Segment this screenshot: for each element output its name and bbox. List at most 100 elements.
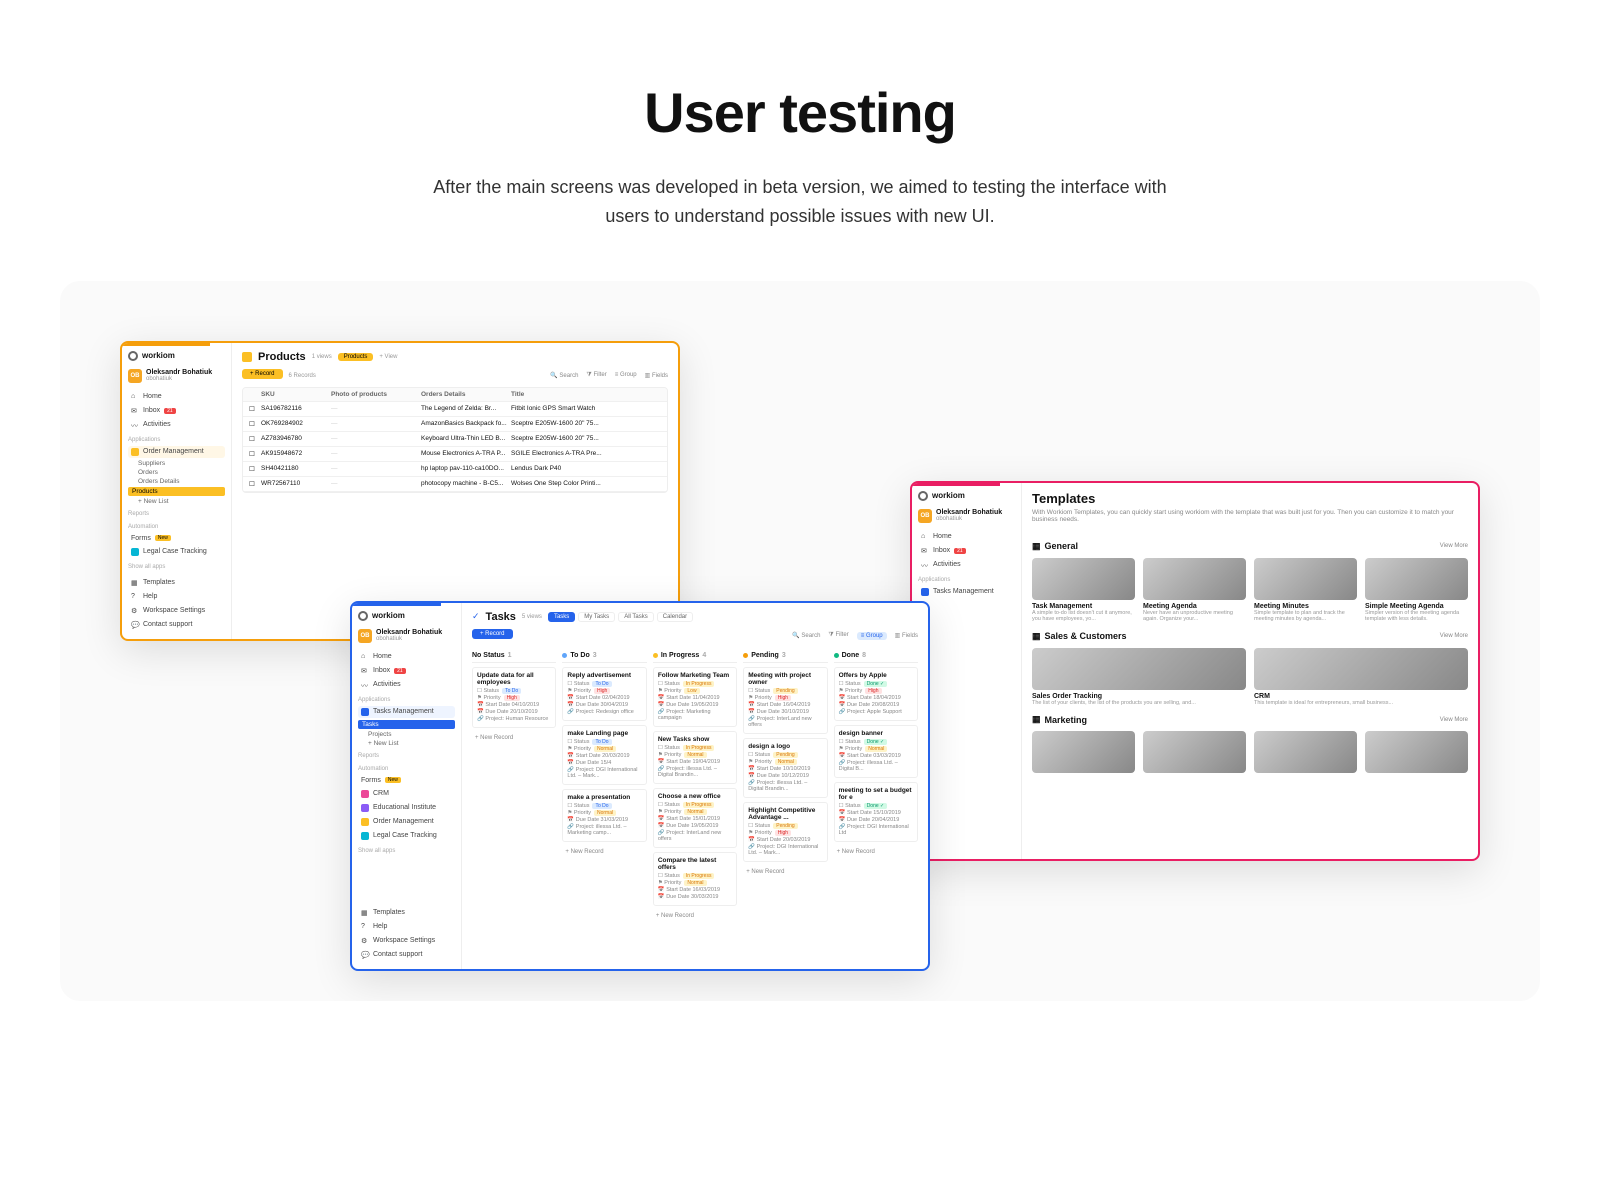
task-card[interactable]: Choose a new office ☐ Status In Progress… bbox=[653, 788, 737, 848]
nav-showall[interactable]: Show all apps bbox=[128, 564, 225, 570]
table-row[interactable]: ☐OK769284902—AmazonBasics Backpack fo...… bbox=[243, 417, 667, 432]
view-more-link[interactable]: View More bbox=[1440, 717, 1468, 723]
view-more-link[interactable]: View More bbox=[1440, 543, 1468, 549]
user-chip[interactable]: OBOleksandr Bohatiukobohatiuk bbox=[358, 629, 455, 643]
view-pill[interactable]: Products bbox=[338, 353, 374, 361]
task-card[interactable]: make Landing page ☐ Status To Do ⚑ Prior… bbox=[562, 725, 646, 785]
filter-button[interactable]: ⧩ Filter bbox=[586, 372, 606, 379]
table-row[interactable]: ☐AK915948672—Mouse Electronics A-TRA P..… bbox=[243, 447, 667, 462]
task-card[interactable]: Reply advertisement ☐ Status To Do ⚑ Pri… bbox=[562, 667, 646, 721]
template-card[interactable]: Simple Meeting AgendaSimpler version of … bbox=[1365, 558, 1468, 623]
nav-contact[interactable]: 💬Contact support bbox=[128, 619, 225, 631]
template-card[interactable]: Meeting AgendaNever have an unproductive… bbox=[1143, 558, 1246, 623]
fields-button[interactable]: ▥ Fields bbox=[645, 372, 668, 379]
nav-home[interactable]: ⌂Home bbox=[128, 391, 225, 403]
nav-forms[interactable]: FormsNew bbox=[358, 775, 455, 786]
add-record-link[interactable]: + New Record bbox=[653, 910, 737, 922]
nav-crm[interactable]: CRM bbox=[358, 788, 455, 800]
nav-projects[interactable]: Projects bbox=[358, 731, 455, 738]
group-button[interactable]: ≡ Group bbox=[857, 632, 887, 640]
nav-templates[interactable]: ▦Templates bbox=[358, 907, 455, 919]
brand[interactable]: workiom bbox=[128, 351, 225, 361]
nav-help[interactable]: ?Help bbox=[128, 591, 225, 603]
logo-icon bbox=[358, 611, 368, 621]
nav-new-list[interactable]: + New List bbox=[358, 740, 455, 747]
table-row[interactable]: ☐SA196782116—The Legend of Zelda: Br...F… bbox=[243, 402, 667, 417]
add-record-button[interactable]: + Record bbox=[472, 629, 513, 639]
nav-orders[interactable]: Orders bbox=[128, 469, 225, 476]
nav-legal[interactable]: Legal Case Tracking bbox=[128, 546, 225, 558]
nav-suppliers[interactable]: Suppliers bbox=[128, 460, 225, 467]
task-card[interactable]: Update data for all employees ☐ Status T… bbox=[472, 667, 556, 728]
nav-order-mgmt[interactable]: Order Management bbox=[128, 446, 225, 458]
nav-tasks-mgmt[interactable]: Tasks Management bbox=[358, 706, 455, 718]
tab-mytasks[interactable]: My Tasks bbox=[578, 612, 615, 622]
nav-inbox[interactable]: ✉Inbox21 bbox=[918, 545, 1015, 557]
view-more-link[interactable]: View More bbox=[1440, 633, 1468, 639]
nav-contact[interactable]: 💬Contact support bbox=[358, 949, 455, 961]
nav-help[interactable]: ?Help bbox=[358, 921, 455, 933]
task-card[interactable]: design a logo ☐ Status Pending ⚑ Priorit… bbox=[743, 738, 827, 798]
table-row[interactable]: ☐AZ783946780—Keyboard Ultra-Thin LED B..… bbox=[243, 432, 667, 447]
nav-orders-details[interactable]: Orders Details bbox=[128, 478, 225, 485]
filter-button[interactable]: ⧩ Filter bbox=[828, 632, 848, 640]
nav-new-list[interactable]: + New List bbox=[128, 498, 225, 505]
brand[interactable]: workiom bbox=[358, 611, 455, 621]
nav-edu[interactable]: Educational Institute bbox=[358, 802, 455, 814]
nav-home[interactable]: ⌂Home bbox=[918, 531, 1015, 543]
nav-tasks[interactable]: Tasks bbox=[358, 720, 455, 729]
template-card[interactable]: Task ManagementA simple to-do list doesn… bbox=[1032, 558, 1135, 623]
nav-ws-settings[interactable]: ⚙Workspace Settings bbox=[358, 935, 455, 947]
nav-legal[interactable]: Legal Case Tracking bbox=[358, 830, 455, 842]
task-card[interactable]: meeting to set a budget for e ☐ Status D… bbox=[834, 782, 918, 842]
task-card[interactable]: Meeting with project owner ☐ Status Pend… bbox=[743, 667, 827, 734]
nav-automation[interactable]: Automation bbox=[128, 524, 225, 530]
nav-tasks-mgmt[interactable]: Tasks Management bbox=[918, 586, 1015, 598]
add-record-link[interactable]: + New Record bbox=[834, 846, 918, 858]
group-button[interactable]: ≡ Group bbox=[615, 372, 637, 379]
nav-reports[interactable]: Reports bbox=[128, 511, 225, 517]
user-chip[interactable]: OBOleksandr Bohatiukobohatiuk bbox=[918, 509, 1015, 523]
template-card[interactable] bbox=[1032, 731, 1135, 776]
nav-templates[interactable]: ▦Templates bbox=[128, 577, 225, 589]
task-card[interactable]: New Tasks show ☐ Status In Progress ⚑ Pr… bbox=[653, 731, 737, 784]
fields-button[interactable]: ▥ Fields bbox=[895, 632, 918, 640]
nav-inbox[interactable]: ✉Inbox21 bbox=[128, 405, 225, 417]
user-chip[interactable]: OBOleksandr Bohatiukobohatiuk bbox=[128, 369, 225, 383]
template-card[interactable]: Meeting MinutesSimple template to plan a… bbox=[1254, 558, 1357, 623]
template-card[interactable]: Sales Order TrackingThe list of your cli… bbox=[1032, 648, 1246, 707]
tab-calendar[interactable]: Calendar bbox=[657, 612, 693, 622]
add-record-link[interactable]: + New Record bbox=[472, 732, 556, 744]
nav-products[interactable]: Products bbox=[128, 487, 225, 496]
task-card[interactable]: Compare the latest offers ☐ Status In Pr… bbox=[653, 852, 737, 906]
add-record-link[interactable]: + New Record bbox=[562, 846, 646, 858]
template-thumb bbox=[1254, 731, 1357, 773]
brand[interactable]: workiom bbox=[918, 491, 1015, 501]
nav-ws-settings[interactable]: ⚙Workspace Settings bbox=[128, 605, 225, 617]
task-card[interactable]: Offers by Apple ☐ Status Done ✓ ⚑ Priori… bbox=[834, 667, 918, 721]
add-view-button[interactable]: + View bbox=[379, 354, 397, 360]
tab-tasks[interactable]: Tasks bbox=[548, 612, 575, 622]
template-card[interactable] bbox=[1254, 731, 1357, 776]
task-card[interactable]: make a presentation ☐ Status To Do ⚑ Pri… bbox=[562, 789, 646, 842]
task-card[interactable]: Follow Marketing Team ☐ Status In Progre… bbox=[653, 667, 737, 727]
search-button[interactable]: 🔍 Search bbox=[550, 372, 578, 379]
tab-alltasks[interactable]: All Tasks bbox=[618, 612, 654, 622]
nav-activities[interactable]: 〰Activities bbox=[918, 559, 1015, 571]
nav-inbox[interactable]: ✉Inbox21 bbox=[358, 665, 455, 677]
nav-order-mgmt[interactable]: Order Management bbox=[358, 816, 455, 828]
nav-home[interactable]: ⌂Home bbox=[358, 651, 455, 663]
table-row[interactable]: ☐SH40421180—hp laptop pav-110-ca10DO...L… bbox=[243, 462, 667, 477]
template-card[interactable] bbox=[1143, 731, 1246, 776]
table-row[interactable]: ☐WR72567110—photocopy machine - B-C5...W… bbox=[243, 477, 667, 492]
add-record-button[interactable]: + Record bbox=[242, 369, 283, 379]
add-record-link[interactable]: + New Record bbox=[743, 866, 827, 878]
template-card[interactable]: CRMThis template is ideal for entreprene… bbox=[1254, 648, 1468, 707]
nav-forms[interactable]: FormsNew bbox=[128, 533, 225, 544]
nav-activities[interactable]: 〰Activities bbox=[128, 419, 225, 431]
task-card[interactable]: Highlight Competitive Advantage ... ☐ St… bbox=[743, 802, 827, 862]
task-card[interactable]: design banner ☐ Status Done ✓ ⚑ Priority… bbox=[834, 725, 918, 778]
template-card[interactable] bbox=[1365, 731, 1468, 776]
search-button[interactable]: 🔍 Search bbox=[792, 632, 820, 640]
nav-activities[interactable]: 〰Activities bbox=[358, 679, 455, 691]
